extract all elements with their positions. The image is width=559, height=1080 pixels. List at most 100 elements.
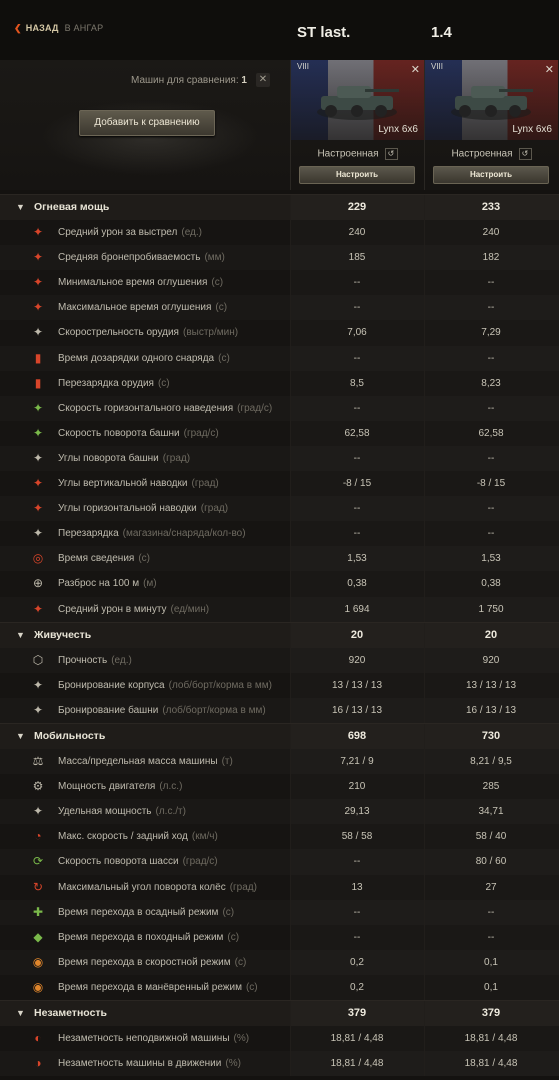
stat-label: Удельная мощность (л.с./т) <box>58 806 186 818</box>
stat-row: ◐ Незаметность неподвижной машины (%) 18,81… <box>0 1026 559 1052</box>
stat-label: Разброс на 100 м (м) <box>58 578 157 590</box>
stat-unit: (мм) <box>204 252 225 264</box>
stat-row: ✦ Скорость поворота башни (град/с) 62,58 62,… <box>0 420 559 446</box>
stat-value-1: 0,2 <box>350 956 364 968</box>
stat-label: Углы горизонтальной наводки (град) <box>58 503 229 515</box>
stat-value-2: 18,81 / 4,48 <box>464 1058 518 1070</box>
stat-value-2: 285 <box>482 781 500 793</box>
camo-moving-icon: ◑ <box>34 1056 42 1071</box>
stat-label: Время перехода в манёвренный режим (с) <box>58 981 258 993</box>
section-header[interactable]: ▼ Живучесть 20 20 <box>0 621 559 648</box>
stat-value-2: 7,29 <box>481 327 501 339</box>
stat-label: Время сведения (с) <box>58 553 150 565</box>
stat-value-1: 1,53 <box>347 553 367 565</box>
stat-label: Перезарядка орудия (с) <box>58 377 170 389</box>
stat-value-2: 27 <box>485 881 497 893</box>
turret-armor-icon: ✦ <box>32 702 44 717</box>
chevron-down-icon[interactable]: ▼ <box>16 623 25 648</box>
stat-unit: (км/ч) <box>191 831 218 843</box>
stat-unit: (с) <box>138 553 150 565</box>
stat-label: Скорость поворота башни (град/с) <box>58 427 219 439</box>
reload-icon: ▮ <box>34 375 42 390</box>
stat-unit: (л.с./т) <box>155 806 186 818</box>
hangar-link[interactable]: В АНГАР <box>65 23 104 33</box>
stat-row: ◉ Время перехода в манёвренный режим (с) 0,… <box>0 974 559 1000</box>
stat-value-1: 8,5 <box>350 377 364 389</box>
stat-value-2: 8,23 <box>481 377 501 389</box>
stat-row: ✦ Максимальное время оглушения (с) -- -- <box>0 295 559 321</box>
stat-label: Бронирование корпуса (лоб/борт/корма в мм… <box>58 679 272 691</box>
stat-value-2: 16 / 13 / 13 <box>465 704 517 716</box>
stat-value-1: 0,2 <box>350 981 364 993</box>
section-score-1: 20 <box>350 628 364 641</box>
section-score-2: 730 <box>481 729 501 742</box>
stat-row: ✦ Скорострельность орудия (выстр/мин) 7,06 7… <box>0 320 559 346</box>
speed-icon: ◔ <box>34 829 42 844</box>
top-bar: ❮ НАЗАД В АНГАР ST last. 1.4 <box>0 0 559 60</box>
stun-min-icon: ✦ <box>32 275 44 290</box>
chevron-down-icon[interactable]: ▼ <box>16 195 25 220</box>
dispersion-icon: ⊕ <box>32 576 44 591</box>
rate-of-fire-icon: ✦ <box>32 325 44 340</box>
chevron-down-icon[interactable]: ▼ <box>16 1001 25 1026</box>
stat-unit: (град) <box>229 881 257 893</box>
section-header[interactable]: ▼ Мобильность 698 730 <box>0 722 559 750</box>
stat-unit: (град/с) <box>237 402 273 414</box>
stat-row: ✦ Углы горизонтальной наводки (град) -- -- <box>0 496 559 522</box>
stat-label: Время дозарядки одного снаряда (с) <box>58 352 230 364</box>
remove-vehicle-button[interactable]: ✕ <box>411 63 420 76</box>
stat-label: Макс. скорость / задний ход (км/ч) <box>58 831 218 843</box>
stat-unit: (т) <box>221 756 233 768</box>
stat-value-2: 240 <box>482 227 500 239</box>
stat-value-2: -- <box>487 906 495 918</box>
stat-row: ⚙ Мощность двигателя (л.с.) 210 285 <box>0 774 559 800</box>
reset-icon[interactable]: ↺ <box>384 148 398 160</box>
vehicle-card: VIII ✕ Lynx 6x6 Настроенная ↺ Настроить <box>424 60 558 190</box>
stat-value-1: 240 <box>348 227 366 239</box>
stat-value-1: 16 / 13 / 13 <box>331 704 383 716</box>
weight-icon: ⚖ <box>32 754 44 769</box>
stat-unit: (с) <box>215 302 228 314</box>
configure-button[interactable]: Настроить <box>299 166 415 184</box>
siege-mode-icon: ✚ <box>32 904 44 919</box>
back-button[interactable]: ❮ НАЗАД В АНГАР <box>14 23 103 34</box>
stat-unit: (магазина/снаряда/кол-во) <box>122 528 246 540</box>
stat-unit: (выстр/мин) <box>182 327 239 339</box>
configure-button[interactable]: Настроить <box>433 166 549 184</box>
stat-value-1: -- <box>353 931 361 943</box>
stat-label: Скорострельность орудия (выстр/мин) <box>58 327 239 339</box>
clear-compare-button[interactable]: ✕ <box>256 73 270 87</box>
chassis-traverse-icon: ⟳ <box>32 854 44 869</box>
section-header[interactable]: ▼ Незаметность 379 379 <box>0 1000 559 1027</box>
stat-unit: (лоб/борт/корма в мм) <box>168 679 272 691</box>
section-header[interactable]: ▼ Огневая мощь 229 233 <box>0 194 559 221</box>
add-to-compare-button[interactable]: Добавить к сравнению <box>79 110 215 136</box>
stat-value-1: -- <box>353 352 361 364</box>
stat-value-2: -8 / 15 <box>476 478 506 490</box>
stat-unit: (град/с) <box>183 427 219 439</box>
section-title: Мобильность <box>34 729 106 742</box>
stat-unit: (с) <box>211 277 224 289</box>
stat-row: ◆ Время перехода в походный режим (с) -- -- <box>0 924 559 950</box>
stat-label: Углы поворота башни (град) <box>58 452 191 464</box>
stat-label: Масса/предельная масса машины (т) <box>58 756 233 768</box>
stat-value-2: 1 750 <box>478 603 504 615</box>
stat-unit: (с) <box>157 377 170 389</box>
stat-value-2: 0,38 <box>481 578 501 590</box>
stat-value-1: -- <box>353 528 361 540</box>
chevron-left-icon: ❮ <box>14 23 22 33</box>
stat-unit: (м) <box>143 578 157 590</box>
remove-vehicle-button[interactable]: ✕ <box>545 63 554 76</box>
vehicle-state: Настроенная ↺ <box>425 148 558 160</box>
stat-row: ✦ Средняя бронепробиваемость (мм) 185 182 <box>0 245 559 271</box>
back-label: НАЗАД <box>25 23 59 33</box>
stat-value-2: -- <box>487 503 495 515</box>
stat-unit: (с) <box>222 906 235 918</box>
chevron-down-icon[interactable]: ▼ <box>16 724 25 749</box>
reset-icon[interactable]: ↺ <box>518 148 532 160</box>
version-title: 1.4 <box>431 24 452 41</box>
stat-row: ✦ Удельная мощность (л.с./т) 29,13 34,71 <box>0 799 559 825</box>
elevation-icon: ✦ <box>32 476 44 491</box>
speed-mode-icon: ◉ <box>32 954 44 969</box>
stat-label: Мощность двигателя (л.с.) <box>58 781 183 793</box>
